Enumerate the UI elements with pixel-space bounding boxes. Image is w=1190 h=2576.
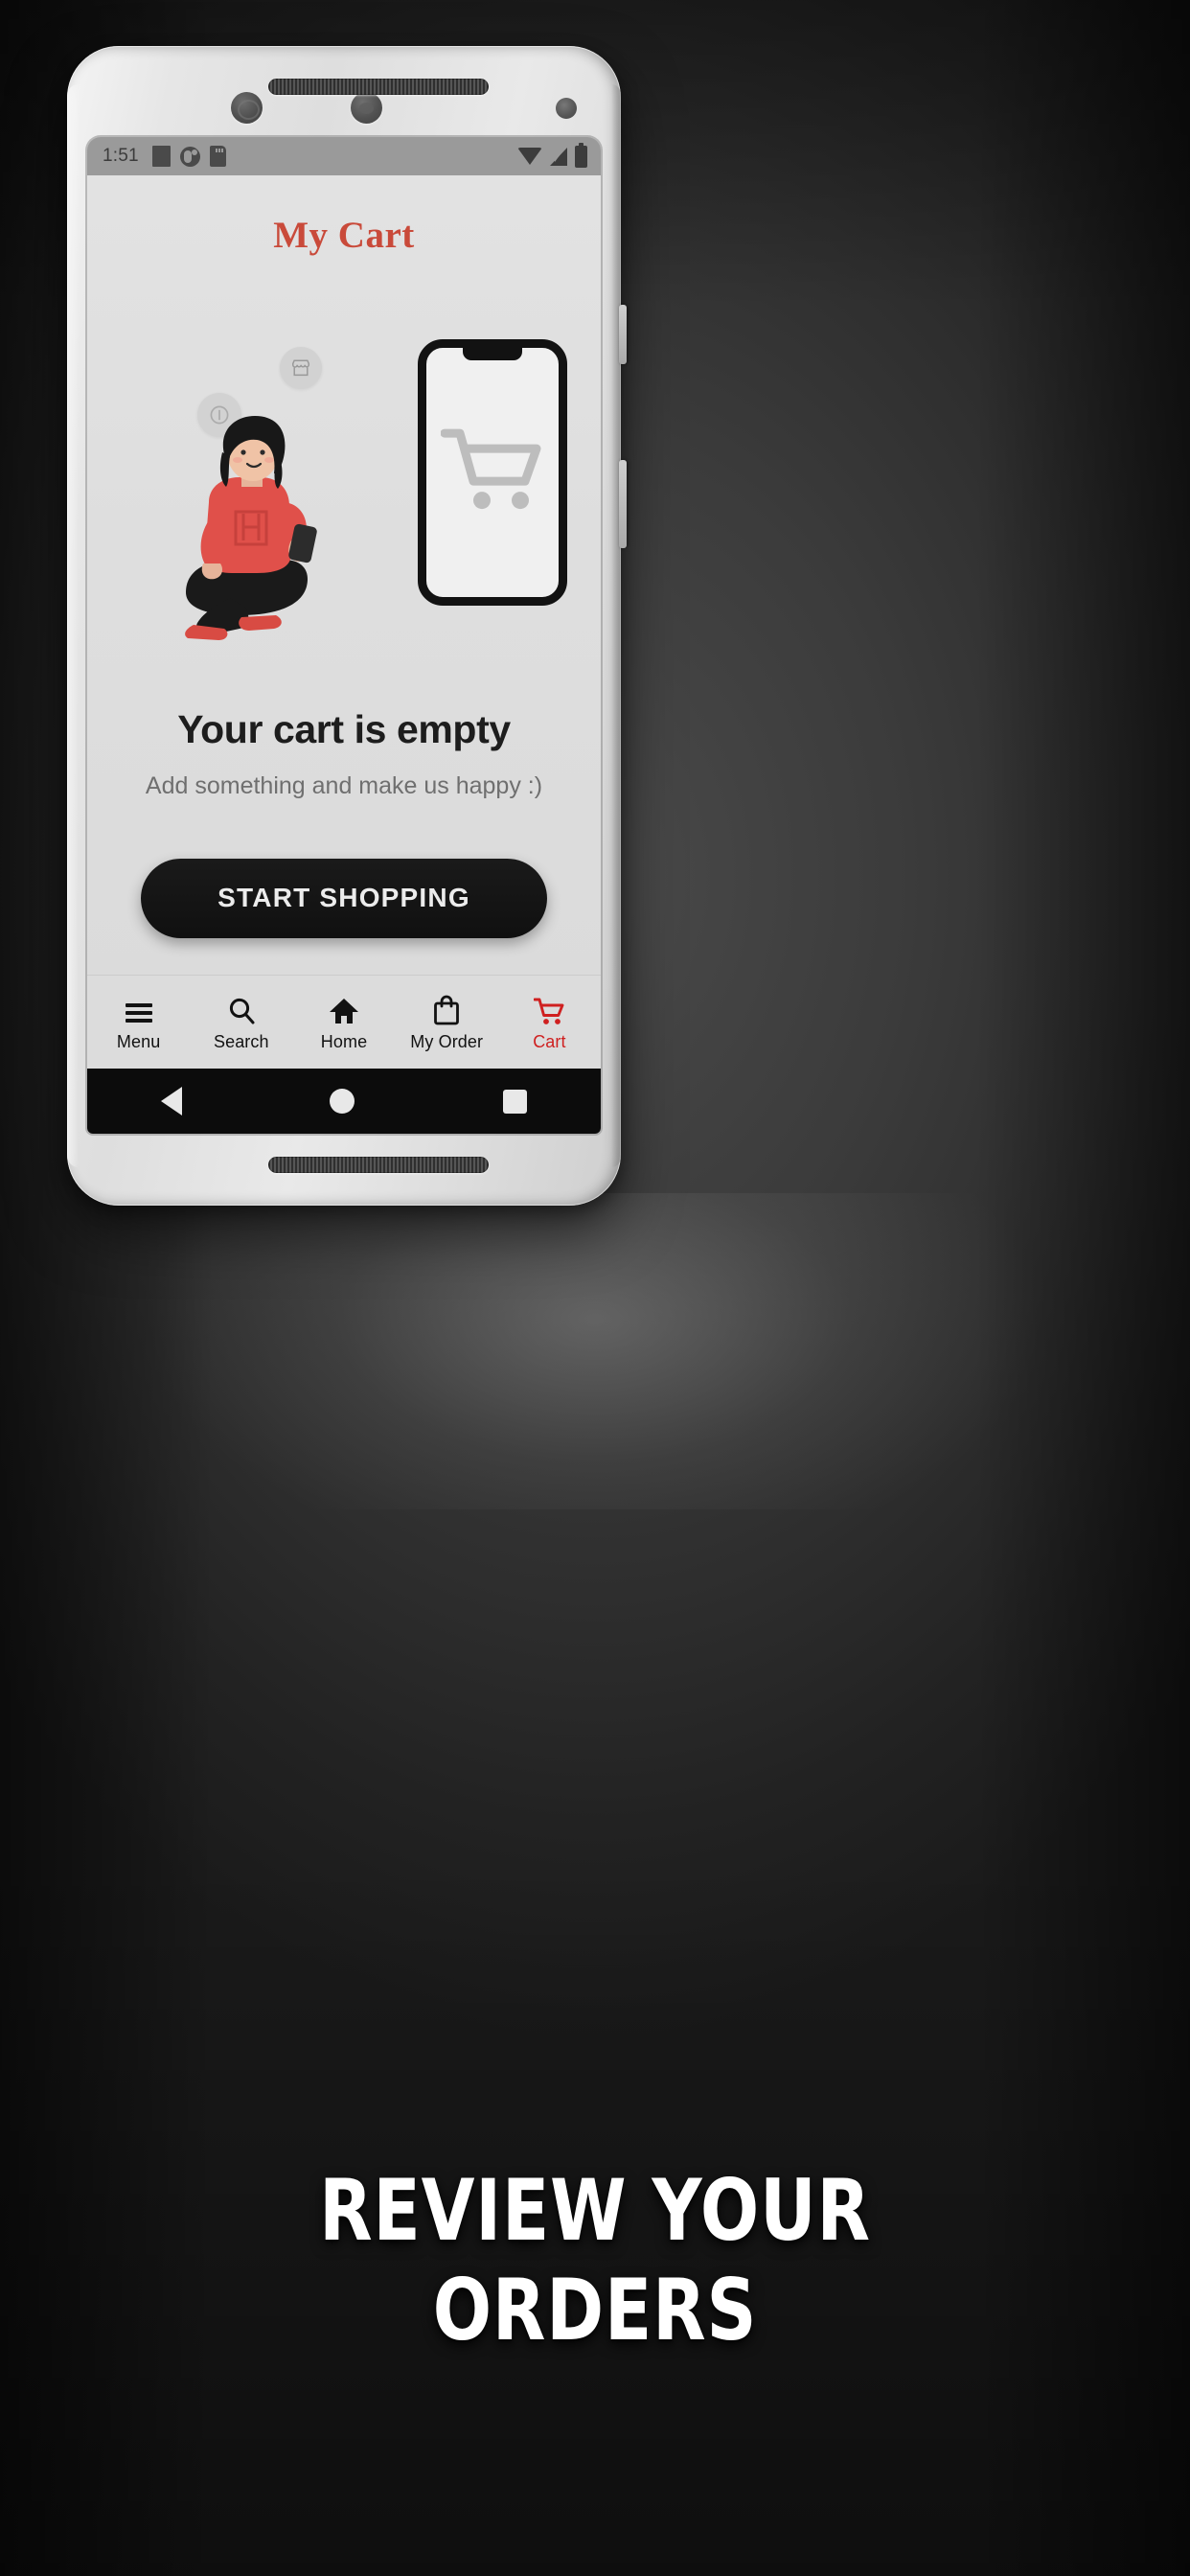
cellular-signal-icon: [550, 147, 567, 166]
nav-label-my-home: Home: [320, 1031, 368, 1051]
shopping-bag-icon: [433, 993, 460, 1025]
nav-item-my-order[interactable]: My Order: [396, 993, 498, 1052]
app-screen-my-cart: My Cart Your cart is empty Add something…: [87, 175, 601, 1134]
promo-caption-line-2: ORDERS: [432, 2260, 758, 2359]
earpiece-speaker-grille: [268, 79, 489, 95]
search-icon: [227, 993, 256, 1025]
page-title: My Cart: [273, 215, 415, 256]
android-back-icon[interactable]: [161, 1087, 183, 1116]
store-bubble-icon: [280, 347, 322, 389]
empty-cart-content: Your cart is empty Add something and mak…: [87, 257, 601, 975]
notification-circle-icon: [179, 146, 200, 167]
status-bar-notification-icons: [151, 146, 226, 167]
nav-label-cart: Cart: [533, 1031, 566, 1051]
start-shopping-button[interactable]: START SHOPPING: [141, 858, 547, 938]
android-home-icon[interactable]: [330, 1089, 355, 1114]
nav-label-menu: Menu: [116, 1031, 161, 1051]
hamburger-menu-icon: [124, 993, 154, 1025]
volume-button[interactable]: [619, 460, 627, 548]
status-bar-system-icons: [517, 142, 587, 168]
nav-item-home[interactable]: Home: [292, 993, 395, 1052]
phone-device-mockup: 1:51 My Cart Your cart is empty Add some…: [67, 46, 627, 1206]
promo-caption-line-1: REVIEW YOUR: [319, 2161, 871, 2260]
power-button[interactable]: [619, 305, 627, 364]
nav-item-menu[interactable]: Menu: [87, 993, 190, 1052]
empty-state-subtitle: Add something and make us happy :): [145, 772, 543, 799]
proximity-sensor-icon: [556, 98, 577, 119]
device-edge-shadow-right: [611, 84, 621, 1167]
device-edge-highlight-left: [67, 84, 79, 1167]
shopping-cart-icon: [534, 993, 564, 1025]
store-icon: [292, 359, 309, 377]
empty-state-heading: Your cart is empty: [177, 707, 511, 751]
battery-icon: [575, 142, 587, 168]
empty-cart-illustration: [119, 339, 569, 657]
wifi-icon: [517, 148, 542, 165]
bottom-navigation-bar: Menu Search Home My Order Cart: [87, 975, 601, 1069]
front-sensor-icon: [351, 92, 382, 124]
sd-card-icon: [209, 146, 226, 167]
nav-label-my-order: My Order: [410, 1031, 484, 1051]
phone-screen: 1:51 My Cart Your cart is empty Add some…: [87, 137, 601, 1134]
nav-item-search[interactable]: Search: [190, 993, 292, 1052]
nav-label-search: Search: [213, 1031, 269, 1051]
illustration-person: [185, 416, 317, 640]
front-camera-icon: [231, 92, 263, 124]
nav-item-cart[interactable]: Cart: [498, 993, 601, 1052]
android-recents-icon[interactable]: [502, 1089, 527, 1114]
illustration-phone-frame: [418, 339, 567, 606]
illustration-phone-notch: [463, 347, 522, 360]
empty-cart-icon: [441, 428, 541, 510]
promo-caption: REVIEW YOUR ORDERS: [107, 2161, 1083, 2360]
home-icon: [329, 993, 359, 1025]
status-bar-time: 1:51: [103, 146, 139, 166]
notification-square-icon: [151, 146, 171, 167]
bottom-speaker-grille: [268, 1157, 489, 1173]
android-system-navigation-bar: [87, 1069, 601, 1134]
status-bar: 1:51: [87, 137, 601, 175]
